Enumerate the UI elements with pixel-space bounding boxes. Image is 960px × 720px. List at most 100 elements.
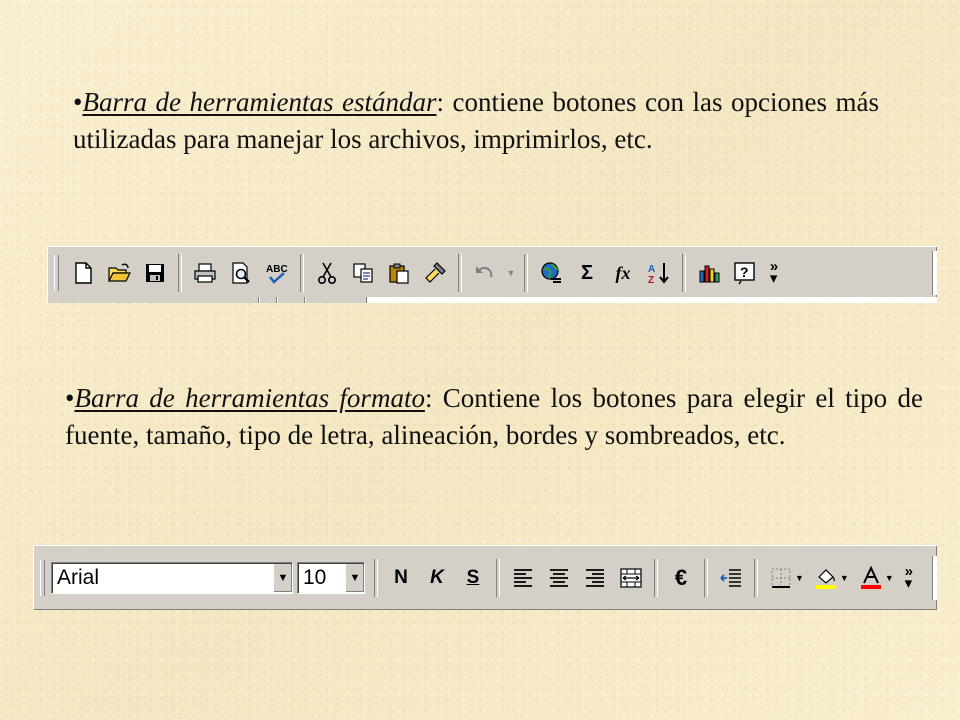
toolbar-separator bbox=[496, 559, 500, 597]
paste-button[interactable] bbox=[381, 255, 417, 291]
format-toolbar: Arial ▼ 10 ▼ N K S € ▼ ▼ ▼ » ▾ bbox=[33, 545, 937, 610]
font-size-combobox[interactable]: 10 ▼ bbox=[297, 562, 365, 594]
toolbar-separator bbox=[654, 559, 658, 597]
chevron-down-icon[interactable]: ▼ bbox=[795, 573, 804, 583]
undo-button[interactable] bbox=[467, 255, 503, 291]
standard-toolbar: ABC ▼ Σ fx AZ ? » ▾ bbox=[47, 246, 937, 303]
toolbar-grip[interactable] bbox=[54, 255, 59, 291]
font-name-value: Arial bbox=[57, 566, 100, 589]
open-icon bbox=[107, 261, 131, 285]
undo-icon bbox=[473, 261, 497, 285]
underline-icon: S bbox=[466, 567, 480, 588]
euro-currency-button[interactable]: € bbox=[663, 560, 699, 596]
svg-text:?: ? bbox=[740, 264, 749, 280]
spelling-icon: ABC bbox=[265, 261, 289, 285]
spelling-button[interactable]: ABC bbox=[259, 255, 295, 291]
align-right-icon bbox=[583, 566, 607, 590]
undo-dropdown[interactable]: ▼ bbox=[503, 255, 519, 291]
toolbar-separator bbox=[300, 254, 304, 292]
help-button[interactable]: ? bbox=[727, 255, 763, 291]
hyperlink-icon bbox=[539, 261, 563, 285]
cut-icon bbox=[315, 261, 339, 285]
align-left-button[interactable] bbox=[505, 560, 541, 596]
sort-icon: AZ bbox=[647, 261, 671, 285]
new-icon bbox=[71, 261, 95, 285]
cut-button[interactable] bbox=[309, 255, 345, 291]
borders-button[interactable] bbox=[763, 560, 799, 596]
copy-button[interactable] bbox=[345, 255, 381, 291]
merge-center-icon bbox=[619, 566, 643, 590]
toolbar-separator bbox=[458, 254, 462, 292]
standard-toolbar-description: •Barra de herramientas estándar: contien… bbox=[73, 84, 879, 158]
paste-icon bbox=[387, 261, 411, 285]
decrease-indent-icon bbox=[719, 566, 743, 590]
align-right-button[interactable] bbox=[577, 560, 613, 596]
italic-icon: K bbox=[430, 567, 444, 588]
function-button[interactable]: fx bbox=[605, 255, 641, 291]
align-center-button[interactable] bbox=[541, 560, 577, 596]
toolbar-separator bbox=[754, 559, 758, 597]
underline-button[interactable]: S bbox=[455, 560, 491, 596]
font-size-value: 10 bbox=[303, 566, 327, 589]
save-button[interactable] bbox=[137, 255, 173, 291]
toolbar-separator bbox=[524, 254, 528, 292]
format-toolbar-term: Barra de herramientas formato bbox=[74, 383, 425, 413]
format-painter-icon bbox=[423, 261, 447, 285]
chevron-down-icon[interactable]: ▼ bbox=[345, 564, 364, 592]
function-icon: fx bbox=[615, 262, 631, 283]
fill-color-button[interactable] bbox=[808, 560, 844, 596]
toolbar-lower-strip bbox=[48, 297, 937, 303]
more-buttons[interactable]: » ▾ bbox=[898, 558, 920, 598]
chevron-down-icon[interactable]: ▼ bbox=[273, 564, 292, 592]
toolbar-right-edge bbox=[932, 556, 937, 600]
merge-center-button[interactable] bbox=[613, 560, 649, 596]
chevron-down-icon[interactable]: ▼ bbox=[840, 573, 849, 583]
italic-button[interactable]: K bbox=[419, 560, 455, 596]
autosum-icon: Σ bbox=[580, 261, 593, 284]
new-button[interactable] bbox=[65, 255, 101, 291]
chevron-down-icon: ▼ bbox=[506, 268, 516, 278]
fill-color-icon bbox=[814, 566, 838, 590]
chart-wizard-icon bbox=[697, 261, 721, 285]
print-preview-icon bbox=[229, 261, 253, 285]
format-painter-button[interactable] bbox=[417, 255, 453, 291]
hyperlink-button[interactable] bbox=[533, 255, 569, 291]
toolbar-right-edge bbox=[932, 251, 937, 295]
standard-toolbar-row: ABC ▼ Σ fx AZ ? » ▾ bbox=[48, 251, 785, 295]
align-left-icon bbox=[511, 566, 535, 590]
font-color-button[interactable] bbox=[853, 560, 889, 596]
standard-toolbar-term: Barra de herramientas estándar bbox=[82, 87, 437, 117]
format-toolbar-row: Arial ▼ 10 ▼ N K S € ▼ ▼ ▼ » ▾ bbox=[34, 556, 920, 600]
svg-text:ABC: ABC bbox=[266, 264, 288, 275]
more-buttons-icon: » ▾ bbox=[904, 563, 913, 592]
toolbar-separator bbox=[682, 254, 686, 292]
print-preview-button[interactable] bbox=[223, 255, 259, 291]
format-toolbar-description: •Barra de herramientas formato: Contiene… bbox=[65, 380, 923, 454]
svg-text:A: A bbox=[648, 264, 655, 275]
chevron-down-icon[interactable]: ▼ bbox=[885, 573, 894, 583]
font-name-combobox[interactable]: Arial ▼ bbox=[51, 562, 293, 594]
font-color-icon bbox=[859, 566, 883, 590]
copy-icon bbox=[351, 261, 375, 285]
print-button[interactable] bbox=[187, 255, 223, 291]
euro-icon: € bbox=[674, 565, 688, 590]
more-buttons[interactable]: » ▾ bbox=[763, 253, 785, 293]
borders-icon bbox=[769, 566, 793, 590]
bold-button[interactable]: N bbox=[383, 560, 419, 596]
bold-icon: N bbox=[394, 567, 408, 588]
toolbar-separator bbox=[178, 254, 182, 292]
align-center-icon bbox=[547, 566, 571, 590]
open-button[interactable] bbox=[101, 255, 137, 291]
toolbar-separator bbox=[704, 559, 708, 597]
chart-wizard-button[interactable] bbox=[691, 255, 727, 291]
autosum-button[interactable]: Σ bbox=[569, 255, 605, 291]
decrease-indent-button[interactable] bbox=[713, 560, 749, 596]
toolbar-grip[interactable] bbox=[40, 560, 45, 596]
help-icon: ? bbox=[733, 261, 757, 285]
print-icon bbox=[193, 261, 217, 285]
save-icon bbox=[143, 261, 167, 285]
sort-button[interactable]: AZ bbox=[641, 255, 677, 291]
svg-text:Z: Z bbox=[648, 275, 654, 285]
more-buttons-icon: » ▾ bbox=[769, 258, 779, 287]
toolbar-separator bbox=[374, 559, 378, 597]
